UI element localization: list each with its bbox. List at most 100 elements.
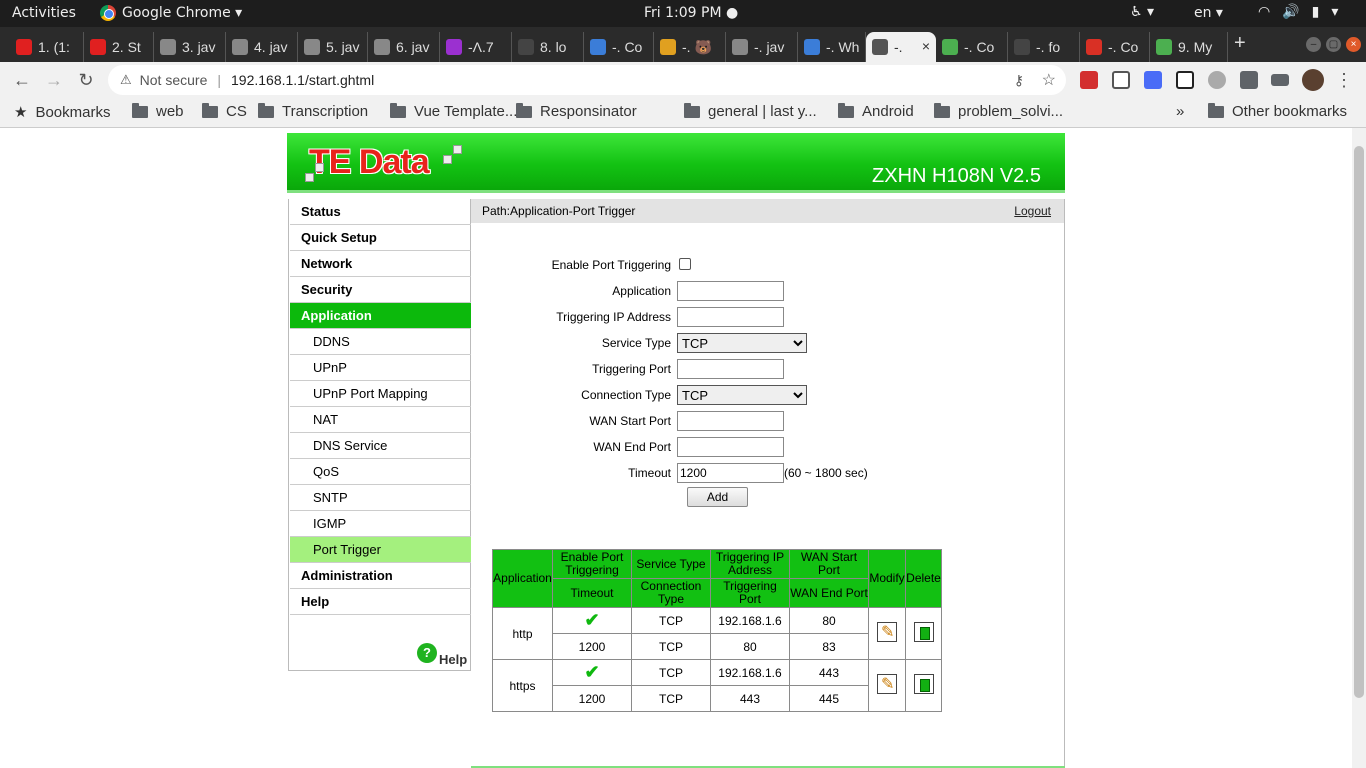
accessibility-icon[interactable]: ♿ ▾ [1130, 4, 1154, 20]
bookmark-other[interactable]: Other bookmarks [1208, 102, 1347, 120]
browser-tab[interactable]: -. jav [726, 32, 798, 62]
sidebar-item-security[interactable]: Security [290, 277, 471, 303]
browser-tab[interactable]: -. Co [1080, 32, 1150, 62]
application-input[interactable] [677, 281, 784, 301]
reload-button[interactable]: ↻ [74, 68, 98, 92]
form-row-timeout: Timeout (60 ~ 1800 sec) [471, 462, 1065, 484]
sidebar-item-upnp[interactable]: UPnP [290, 355, 471, 381]
col-trigger-ip: Triggering IP Address [710, 549, 790, 579]
scrollbar-thumb[interactable] [1354, 146, 1364, 698]
trigger-ip-input[interactable] [677, 307, 784, 327]
sidebar-item-sntp[interactable]: SNTP [290, 485, 471, 511]
url-text[interactable]: 192.168.1.1/start.ghtml [231, 72, 374, 88]
sidebar-item-help[interactable]: Help [290, 589, 471, 615]
browser-tab[interactable]: -. Co [936, 32, 1008, 62]
sidebar-item-ddns[interactable]: DDNS [290, 329, 471, 355]
bookmarks-more-button[interactable]: » [1176, 103, 1184, 120]
browser-tab[interactable]: -. Co [584, 32, 654, 62]
extension-gray-icon[interactable] [1208, 71, 1226, 89]
trash-icon[interactable] [913, 674, 934, 694]
cell-application: http [492, 607, 553, 660]
browser-tab[interactable]: 9. My [1150, 32, 1228, 62]
sidebar-item-nat[interactable]: NAT [290, 407, 471, 433]
app-menu[interactable]: Google Chrome ▾ [100, 5, 242, 21]
wan-end-input[interactable] [677, 437, 784, 457]
browser-tab[interactable]: 4. jav [226, 32, 298, 62]
edit-icon[interactable] [877, 622, 897, 642]
close-window-button[interactable]: × [1346, 37, 1361, 52]
new-tab-button[interactable]: + [1234, 32, 1246, 55]
connection-type-select[interactable]: TCP [677, 385, 807, 405]
system-tray[interactable]: ◠ 🔊 ▮ ▾ [1258, 4, 1338, 20]
clock[interactable]: Fri 1:09 PM ● [644, 5, 738, 21]
menu-icon[interactable]: ⋮ [1332, 68, 1356, 92]
activities-button[interactable]: Activities [12, 5, 76, 21]
browser-tab[interactable]: -. × [866, 32, 936, 62]
timeout-input[interactable] [677, 463, 784, 483]
forward-button[interactable]: → [42, 68, 66, 92]
col-wan-end: WAN End Port [789, 578, 869, 608]
service-type-select[interactable]: TCP [677, 333, 807, 353]
browser-tab[interactable]: -Λ.7 [440, 32, 512, 62]
browser-tab[interactable]: 1. (1: [10, 32, 84, 62]
browser-tab[interactable]: -. Wh [798, 32, 866, 62]
sidebar-item-status[interactable]: Status [290, 199, 471, 225]
bookmark-item[interactable]: Transcription [258, 102, 368, 120]
add-button[interactable]: Add [687, 487, 748, 507]
language-selector[interactable]: en ▾ [1194, 5, 1223, 21]
wan-start-input[interactable] [677, 411, 784, 431]
key-icon[interactable]: ⚷ [1014, 72, 1024, 89]
sidebar-item-igmp[interactable]: IGMP [290, 511, 471, 537]
not-secure-label[interactable]: Not secure [140, 72, 208, 88]
bookmark-item[interactable]: problem_solvi... [934, 102, 1063, 120]
trash-icon[interactable] [913, 622, 934, 642]
sidebar-item-upnp-port-mapping[interactable]: UPnP Port Mapping [290, 381, 471, 407]
trigger-port-input[interactable] [677, 359, 784, 379]
translate-icon[interactable] [1144, 71, 1162, 89]
help-link[interactable]: Help [439, 652, 467, 667]
help-icon[interactable]: ? [417, 643, 437, 663]
maximize-button[interactable]: ▢ [1326, 37, 1341, 52]
browser-tab[interactable]: 6. jav [368, 32, 440, 62]
sidebar-menu: Status Quick Setup Network Security Applicat… [288, 199, 471, 671]
logout-link[interactable]: Logout [1014, 204, 1051, 218]
bookmark-item[interactable]: Responsinator [516, 102, 637, 120]
warning-icon[interactable]: ⚠ [120, 72, 132, 88]
browser-tab[interactable]: -. 🐻 [654, 32, 726, 62]
extension-icon[interactable] [1080, 71, 1098, 89]
sidebar-item-port-trigger[interactable]: Port Trigger [290, 537, 471, 563]
sidebar-item-application[interactable]: Application [290, 303, 471, 329]
edit-icon[interactable] [877, 674, 897, 694]
bookmark-item[interactable]: CS [202, 102, 247, 120]
bookmark-item[interactable]: general | last y... [684, 102, 817, 120]
volume-icon: 🔊 [1282, 4, 1300, 20]
scrollbar[interactable] [1352, 128, 1366, 768]
main-content: Path:Application-Port Trigger Logout Ena… [471, 199, 1065, 768]
reading-list-icon[interactable] [1271, 74, 1289, 86]
puzzle-icon[interactable] [1240, 71, 1258, 89]
bookmark-item[interactable]: Android [838, 102, 914, 120]
bookmark-item[interactable]: Vue Template... [390, 102, 517, 120]
pocket-icon[interactable] [1112, 71, 1130, 89]
browser-tab[interactable]: -. fo [1008, 32, 1080, 62]
sidebar-item-quick-setup[interactable]: Quick Setup [290, 225, 471, 251]
sidebar-item-qos[interactable]: QoS [290, 459, 471, 485]
close-tab-icon[interactable]: × [922, 38, 930, 54]
tab-favicon-icon [304, 39, 320, 55]
bookmark-star-icon[interactable]: ☆ [1042, 70, 1056, 90]
browser-tab[interactable]: 5. jav [298, 32, 368, 62]
sidebar-item-dns-service[interactable]: DNS Service [290, 433, 471, 459]
minimize-button[interactable]: – [1306, 37, 1321, 52]
back-button[interactable]: ← [10, 68, 34, 92]
browser-tab[interactable]: 3. jav [154, 32, 226, 62]
browser-tab[interactable]: 2. St [84, 32, 154, 62]
bookmark-item[interactable]: web [132, 102, 184, 120]
avatar[interactable] [1302, 69, 1324, 91]
enable-port-triggering-checkbox[interactable] [679, 258, 691, 270]
bookmark-item[interactable]: ★ Bookmarks [14, 103, 110, 122]
sidebar-item-administration[interactable]: Administration [290, 563, 471, 589]
sidebar-item-network[interactable]: Network [290, 251, 471, 277]
notion-icon[interactable] [1176, 71, 1194, 89]
browser-tab[interactable]: 8. lo [512, 32, 584, 62]
address-bar[interactable]: ⚠ Not secure | 192.168.1.1/start.ghtml ⚷… [108, 65, 1066, 95]
